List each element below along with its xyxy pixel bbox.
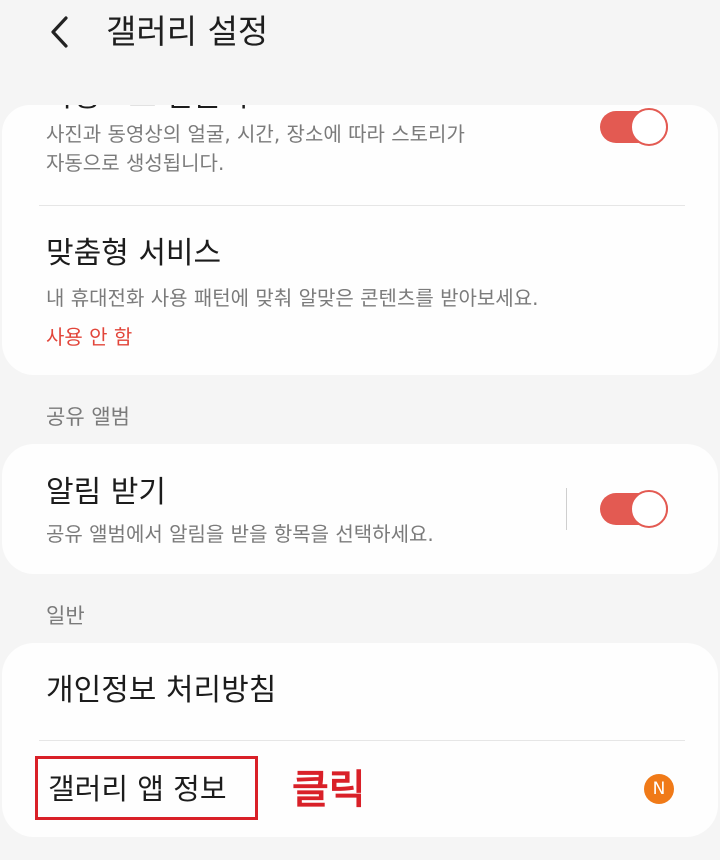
settings-card-shared-album: 알림 받기 공유 앨범에서 알림을 받을 항목을 선택하세요. (2, 444, 718, 574)
story-row-description-line2: 자동으로 생성됩니다. (46, 151, 225, 175)
story-row-title: 자동으로 만들기 (46, 105, 249, 115)
custom-service-title: 맞춤형 서비스 (46, 236, 222, 271)
notifications-title: 알림 받기 (46, 475, 166, 510)
app-info-title: 갤러리 앱 정보 (48, 772, 227, 806)
settings-card-stories: 자동으로 만들기 사진과 동영상의 얼굴, 시간, 장소에 따라 스토리가 자동… (2, 105, 718, 375)
back-button[interactable] (38, 10, 82, 54)
custom-service-description: 내 휴대전화 사용 패턴에 맞춰 알맞은 콘텐츠를 받아보세요. (46, 286, 539, 310)
notifications-description: 공유 앨범에서 알림을 받을 항목을 선택하세요. (46, 522, 434, 546)
privacy-policy-row[interactable]: 개인정보 처리방침 (2, 643, 718, 740)
custom-service-status: 사용 안 함 (46, 325, 133, 349)
notifications-row[interactable]: 알림 받기 공유 앨범에서 알림을 받을 항목을 선택하세요. (2, 444, 718, 574)
section-header-shared-album: 공유 앨범 (46, 405, 130, 429)
story-toggle-knob (630, 108, 668, 146)
top-app-bar: 갤러리 설정 (0, 0, 720, 70)
page-title: 갤러리 설정 (106, 12, 269, 51)
back-arrow-icon (51, 16, 68, 48)
story-toggle-switch[interactable] (600, 108, 668, 146)
story-auto-create-row[interactable]: 자동으로 만들기 사진과 동영상의 얼굴, 시간, 장소에 따라 스토리가 자동… (2, 105, 718, 205)
notifications-toggle-switch[interactable] (600, 490, 668, 528)
new-badge: N (644, 774, 674, 804)
section-header-general: 일반 (46, 604, 85, 628)
custom-service-row[interactable]: 맞춤형 서비스 내 휴대전화 사용 패턴에 맞춰 알맞은 콘텐츠를 받아보세요.… (2, 206, 718, 375)
toggle-separator (566, 488, 567, 530)
annotation-click-label: 클릭 (292, 767, 366, 813)
privacy-policy-title: 개인정보 처리방침 (46, 673, 277, 708)
story-row-description-line1: 사진과 동영상의 얼굴, 시간, 장소에 따라 스토리가 (46, 122, 465, 146)
notifications-toggle-knob (630, 490, 668, 528)
